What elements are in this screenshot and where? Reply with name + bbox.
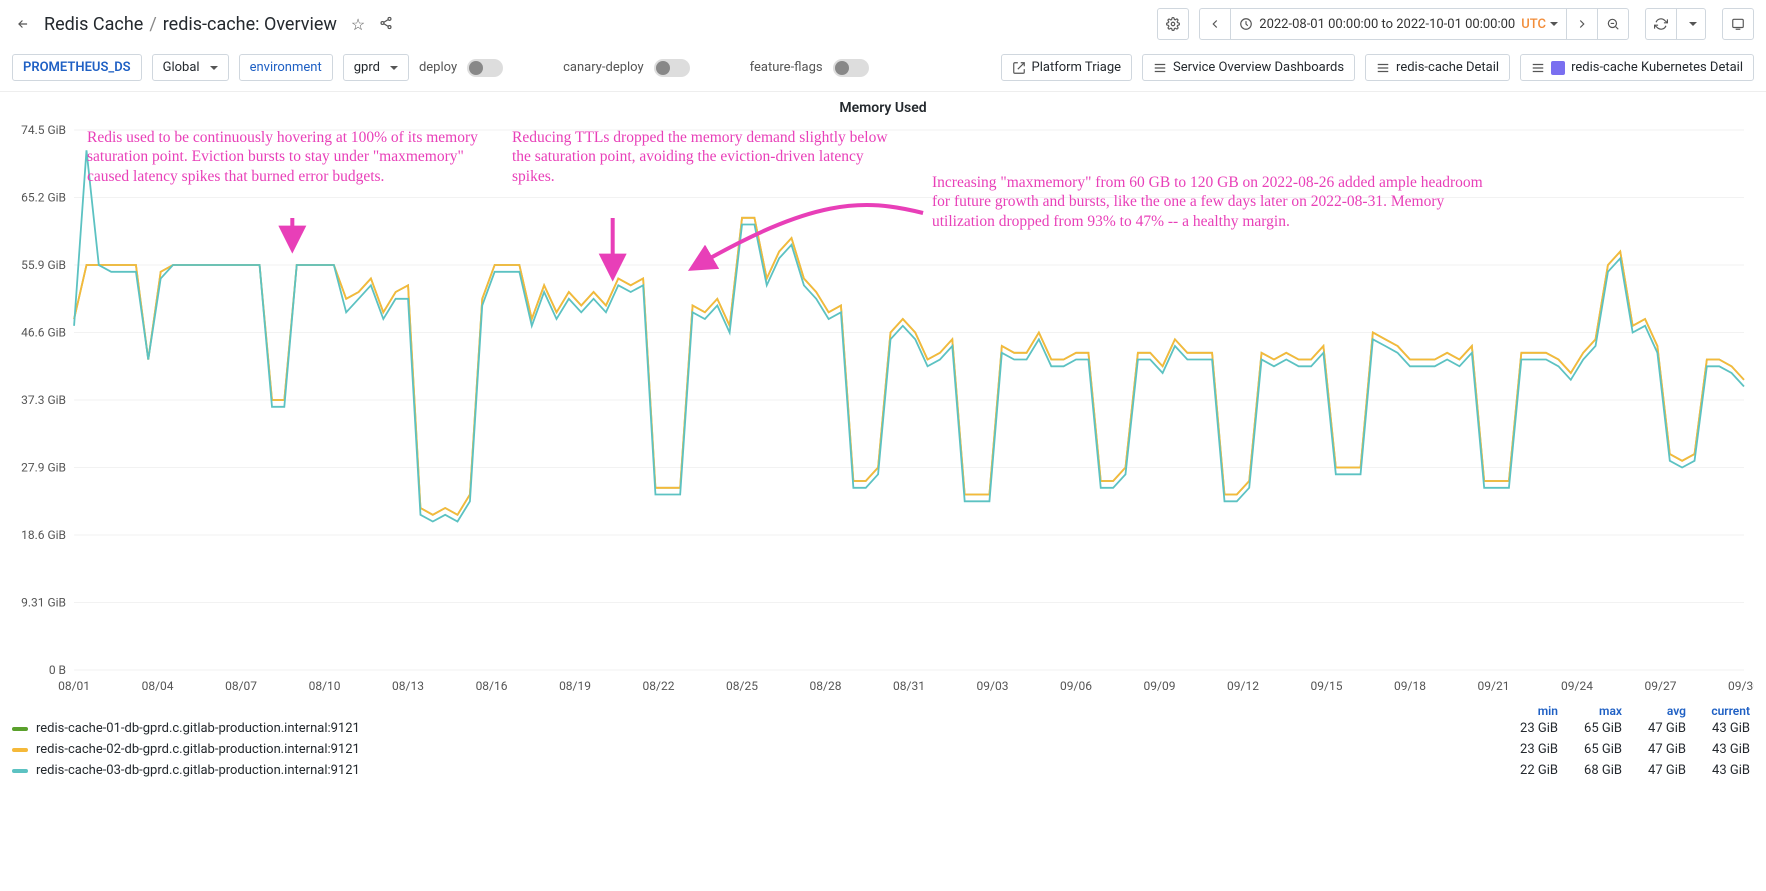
dashboard-header: Redis Cache / redis-cache: Overview ☆ 20…	[0, 0, 1766, 48]
kiosk-button[interactable]	[1722, 8, 1754, 40]
svg-text:08/07: 08/07	[225, 679, 257, 693]
svg-text:09/21: 09/21	[1478, 679, 1510, 693]
svg-text:09/03: 09/03	[977, 679, 1009, 693]
svg-text:08/13: 08/13	[392, 679, 424, 693]
scope-picker[interactable]: Global	[152, 54, 229, 81]
legend-series-name: redis-cache-01-db-gprd.c.gitlab-producti…	[36, 721, 360, 736]
variable-toolbar: PROMETHEUS_DS Global environment gprd de…	[0, 48, 1766, 92]
memory-used-panel: Memory Used 0 B 9.31 GiB 18.6 GiB 27.9 GiB 3…	[0, 92, 1766, 793]
chart-area[interactable]: 0 B 9.31 GiB 18.6 GiB 27.9 GiB 37.3 GiB 46.6 …	[12, 118, 1754, 698]
legend-max: 65 GiB	[1558, 721, 1622, 736]
svg-text:08/28: 08/28	[810, 679, 842, 693]
link-service-overview[interactable]: Service Overview Dashboards	[1142, 54, 1355, 81]
breadcrumb: Redis Cache / redis-cache: Overview	[44, 14, 337, 35]
link-platform-triage[interactable]: Platform Triage	[1001, 54, 1133, 81]
legend-min: 23 GiB	[1494, 721, 1558, 736]
legend-max: 68 GiB	[1558, 763, 1622, 778]
time-range-text: 2022-08-01 00:00:00 to 2022-10-01 00:00:…	[1259, 17, 1515, 32]
panel-title: Memory Used	[12, 100, 1754, 116]
svg-text:09/06: 09/06	[1060, 679, 1092, 693]
time-range-group: 2022-08-01 00:00:00 to 2022-10-01 00:00:…	[1199, 8, 1629, 40]
kubernetes-icon	[1551, 61, 1565, 75]
svg-text:08/04: 08/04	[142, 679, 174, 693]
timezone-label: UTC	[1521, 17, 1558, 32]
legend: min max avg current redis-cache-01-db-gp…	[12, 704, 1754, 781]
favorite-icon[interactable]: ☆	[351, 15, 365, 34]
svg-text:08/01: 08/01	[58, 679, 90, 693]
time-prev-button[interactable]	[1199, 8, 1230, 40]
svg-text:09/24: 09/24	[1561, 679, 1593, 693]
svg-text:08/25: 08/25	[726, 679, 758, 693]
toggle-deploy[interactable]	[467, 59, 503, 77]
legend-series-name: redis-cache-02-db-gprd.c.gitlab-producti…	[36, 742, 360, 757]
legend-header[interactable]: min max avg current	[12, 704, 1754, 718]
annotation-1: Redis used to be continuously hovering a…	[87, 128, 487, 186]
legend-current: 43 GiB	[1686, 721, 1750, 736]
svg-text:08/10: 08/10	[309, 679, 341, 693]
legend-avg: 47 GiB	[1622, 721, 1686, 736]
svg-text:55.9 GiB: 55.9 GiB	[21, 258, 66, 272]
link-redis-detail[interactable]: redis-cache Detail	[1365, 54, 1510, 81]
toggle-canary-label: canary-deploy	[563, 60, 644, 75]
refresh-button[interactable]	[1645, 8, 1676, 40]
annotation-3: Increasing "maxmemory" from 60 GB to 120…	[932, 173, 1492, 231]
svg-text:37.3 GiB: 37.3 GiB	[21, 393, 66, 407]
env-value-picker[interactable]: gprd	[343, 54, 409, 81]
svg-text:0 B: 0 B	[49, 663, 66, 677]
breadcrumb-sep: /	[149, 14, 156, 35]
legend-swatch	[12, 727, 28, 731]
toggle-flags-label: feature-flags	[750, 60, 823, 75]
svg-text:08/16: 08/16	[476, 679, 508, 693]
svg-text:09/27: 09/27	[1645, 679, 1677, 693]
legend-swatch	[12, 748, 28, 752]
env-label: environment	[239, 54, 333, 81]
legend-row[interactable]: redis-cache-03-db-gprd.c.gitlab-producti…	[12, 760, 1754, 781]
legend-avg: 47 GiB	[1622, 742, 1686, 757]
legend-series-name: redis-cache-03-db-gprd.c.gitlab-producti…	[36, 763, 360, 778]
legend-min: 23 GiB	[1494, 742, 1558, 757]
svg-text:08/31: 08/31	[893, 679, 925, 693]
legend-row[interactable]: redis-cache-01-db-gprd.c.gitlab-producti…	[12, 718, 1754, 739]
svg-text:9.31 GiB: 9.31 GiB	[21, 596, 66, 610]
datasource-picker[interactable]: PROMETHEUS_DS	[12, 54, 142, 81]
svg-text:09/09: 09/09	[1144, 679, 1176, 693]
svg-text:18.6 GiB: 18.6 GiB	[21, 528, 66, 542]
time-range-picker[interactable]: 2022-08-01 00:00:00 to 2022-10-01 00:00:…	[1230, 8, 1566, 40]
legend-current: 43 GiB	[1686, 763, 1750, 778]
settings-button[interactable]	[1157, 8, 1189, 40]
toggle-canary-deploy[interactable]	[654, 59, 690, 77]
svg-text:09/18: 09/18	[1394, 679, 1426, 693]
legend-avg: 47 GiB	[1622, 763, 1686, 778]
legend-current: 43 GiB	[1686, 742, 1750, 757]
share-icon[interactable]	[379, 15, 393, 34]
svg-text:74.5 GiB: 74.5 GiB	[21, 123, 66, 137]
svg-text:09/12: 09/12	[1227, 679, 1259, 693]
breadcrumb-dashboard[interactable]: redis-cache: Overview	[163, 14, 337, 35]
refresh-group	[1645, 8, 1706, 40]
svg-text:08/19: 08/19	[559, 679, 591, 693]
svg-text:46.6 GiB: 46.6 GiB	[21, 326, 66, 340]
svg-text:09/15: 09/15	[1311, 679, 1343, 693]
svg-text:09/30: 09/30	[1728, 679, 1754, 693]
time-next-button[interactable]	[1566, 8, 1597, 40]
toggle-deploy-label: deploy	[419, 60, 457, 75]
back-button[interactable]	[12, 12, 34, 36]
svg-text:08/22: 08/22	[643, 679, 675, 693]
legend-row[interactable]: redis-cache-02-db-gprd.c.gitlab-producti…	[12, 739, 1754, 760]
annotation-2: Reducing TTLs dropped the memory demand …	[512, 128, 892, 186]
link-redis-kube[interactable]: redis-cache Kubernetes Detail	[1520, 54, 1754, 81]
svg-text:27.9 GiB: 27.9 GiB	[21, 461, 66, 475]
legend-swatch	[12, 769, 28, 773]
svg-text:65.2 GiB: 65.2 GiB	[21, 191, 66, 205]
legend-min: 22 GiB	[1494, 763, 1558, 778]
toggle-feature-flags[interactable]	[833, 59, 869, 77]
breadcrumb-folder[interactable]: Redis Cache	[44, 14, 143, 35]
zoom-out-button[interactable]	[1597, 8, 1629, 40]
refresh-interval-dropdown[interactable]	[1676, 8, 1706, 40]
legend-max: 65 GiB	[1558, 742, 1622, 757]
